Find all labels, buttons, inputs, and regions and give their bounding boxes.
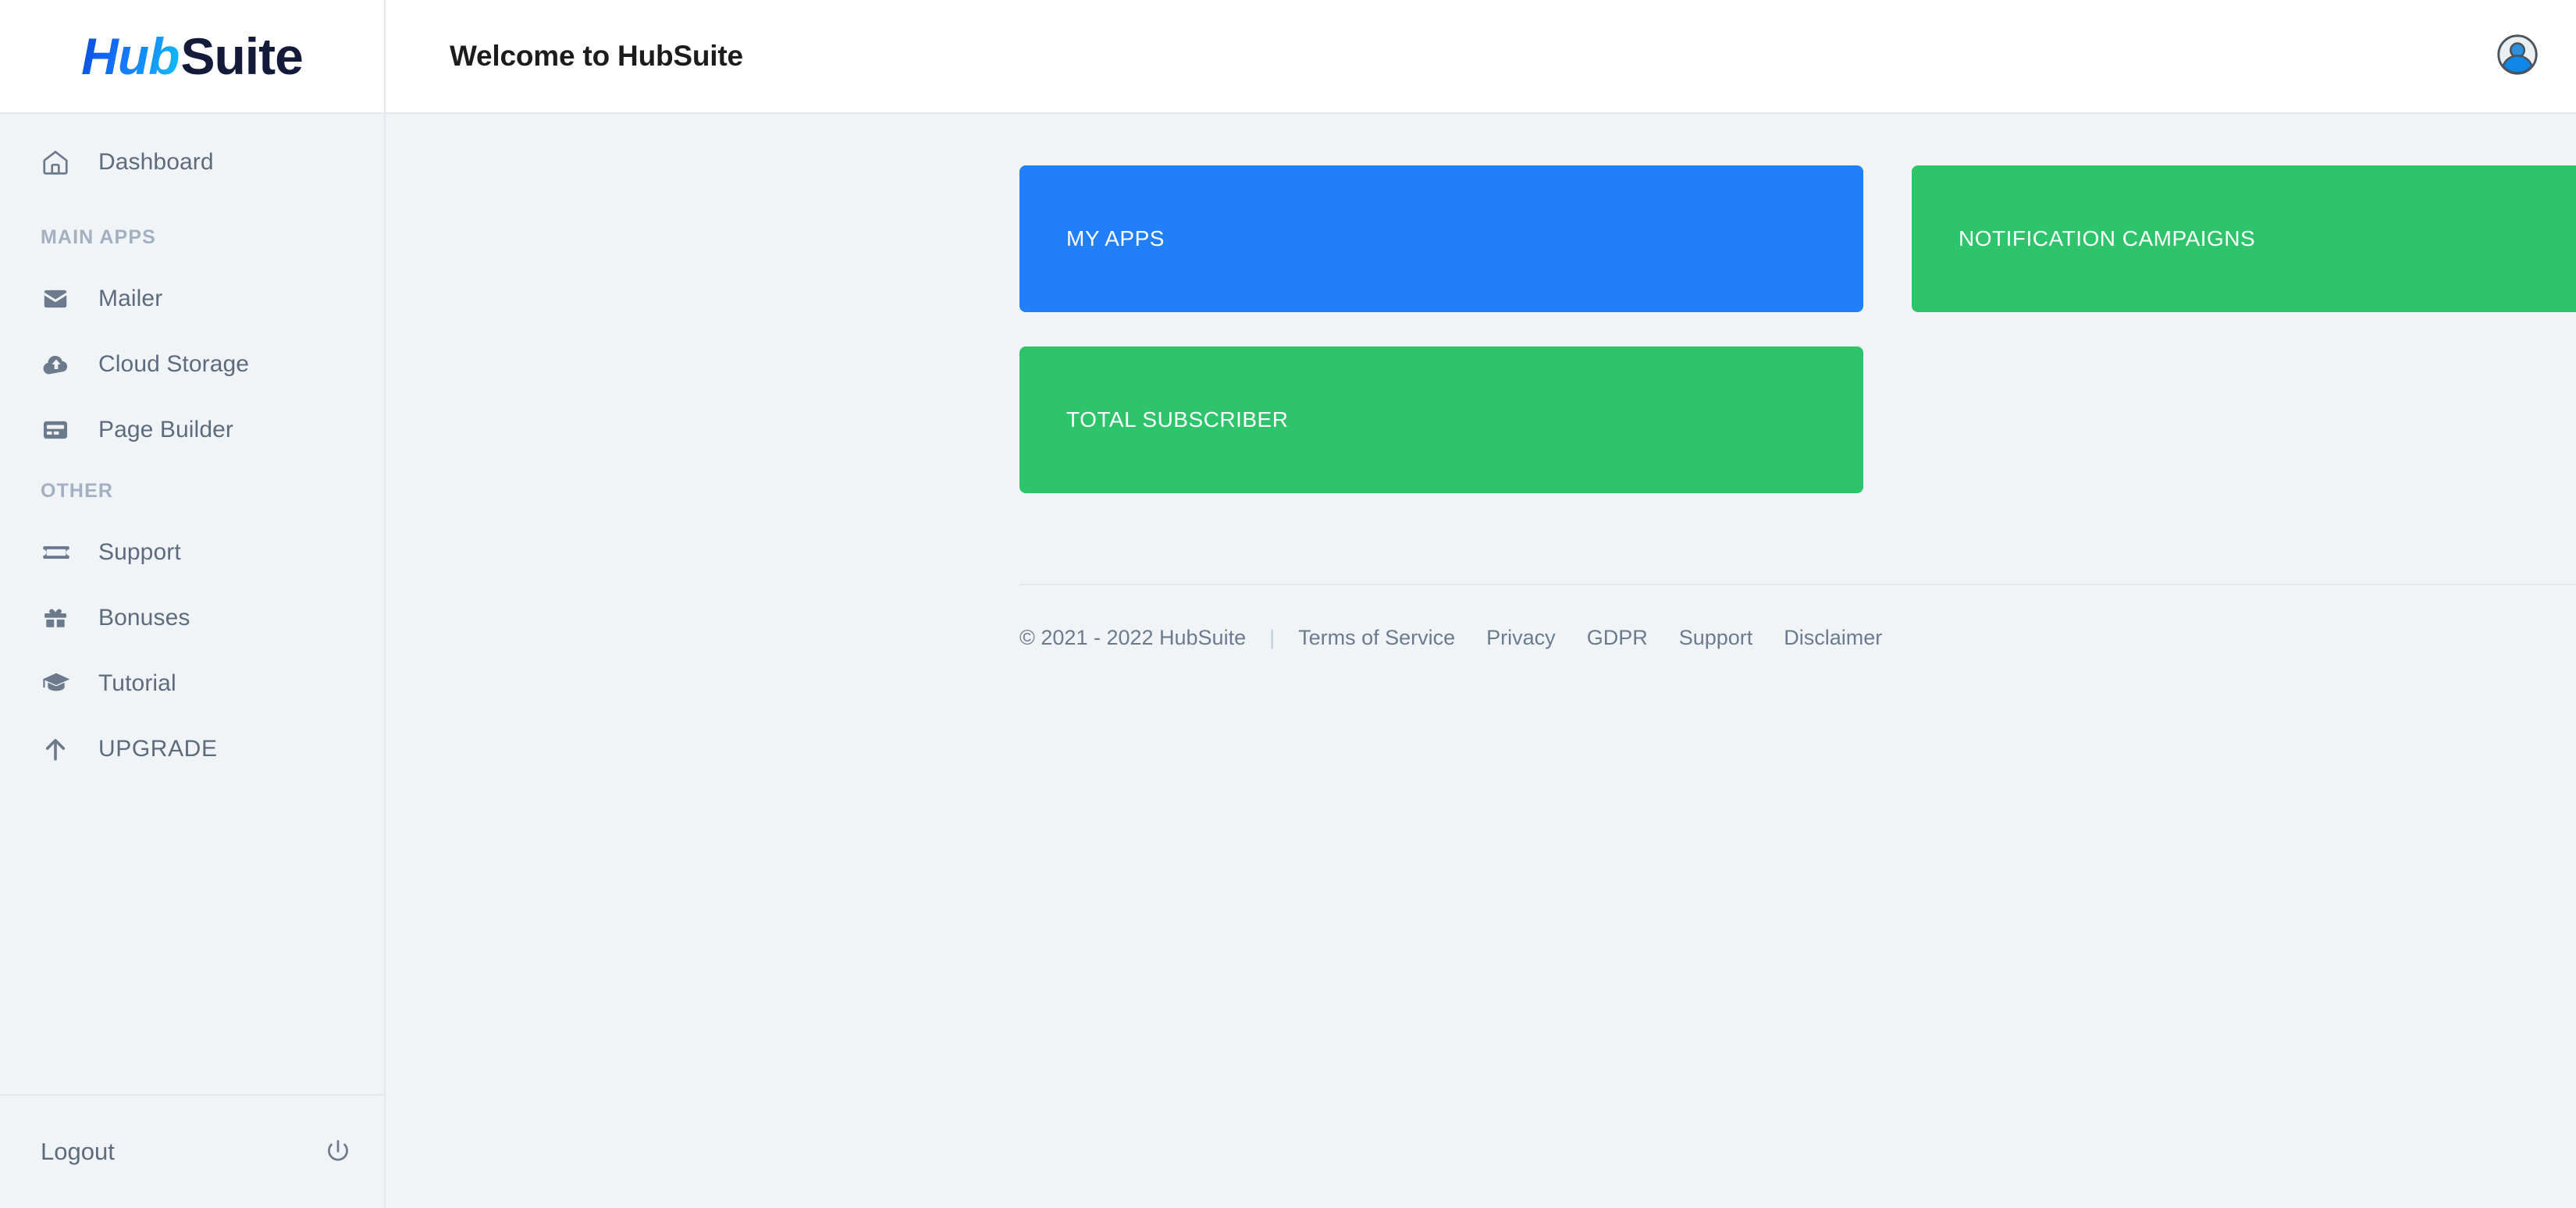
card-notification-campaigns[interactable]: NOTIFICATION CAMPAIGNS (1912, 165, 2576, 312)
footer-copyright: © 2021 - 2022 HubSuite (1019, 626, 1247, 649)
sidebar-item-cloud-storage[interactable]: Cloud Storage (0, 332, 384, 397)
card-slot-empty (1912, 346, 2576, 493)
graduation-cap-icon (41, 668, 83, 699)
sidebar-item-dashboard[interactable]: Dashboard (0, 130, 384, 195)
envelope-icon (41, 284, 83, 314)
sidebar-item-label: Tutorial (98, 670, 176, 696)
sidebar-item-tutorial[interactable]: Tutorial (0, 651, 384, 716)
sidebar-item-mailer[interactable]: Mailer (0, 266, 384, 332)
footer: © 2021 - 2022 HubSuite | Terms of Servic… (1019, 584, 2576, 650)
logout-button[interactable]: Logout (0, 1094, 384, 1208)
card-title: TOTAL SUBSCRIBER (1066, 407, 1289, 432)
footer-link-support[interactable]: Support (1679, 626, 1753, 650)
sidebar-item-label: Bonuses (98, 605, 190, 631)
footer-link-disclaimer[interactable]: Disclaimer (1784, 626, 1882, 650)
footer-links: © 2021 - 2022 HubSuite | Terms of Servic… (1019, 585, 2576, 650)
brand-logo[interactable]: HubSuite (0, 0, 384, 114)
sidebar-item-support[interactable]: Support (0, 520, 384, 585)
home-icon (41, 147, 83, 177)
sidebar-item-label: UPGRADE (98, 736, 218, 762)
sidebar-nav: Dashboard MAIN APPS Mailer Cloud Storage… (0, 114, 384, 1094)
cards-row-2: TOTAL SUBSCRIBER (1019, 346, 2576, 493)
sidebar-item-page-builder[interactable]: Page Builder (0, 397, 384, 463)
app-root: HubSuite Dashboard MAIN APPS Mailer Clou… (0, 0, 2576, 1208)
arrow-up-icon (41, 734, 83, 764)
sidebar-item-label: Cloud Storage (98, 351, 250, 377)
page-title: Welcome to HubSuite (450, 40, 743, 72)
footer-link-gdpr[interactable]: GDPR (1587, 626, 1648, 650)
card-title: MY APPS (1066, 226, 1165, 250)
gift-icon (41, 603, 83, 633)
sidebar-item-label: Mailer (98, 286, 163, 311)
logo-text: HubSuite (81, 27, 304, 85)
footer-link-terms-of-service[interactable]: Terms of Service (1298, 626, 1455, 650)
footer-link-privacy[interactable]: Privacy (1486, 626, 1556, 650)
sidebar-section-other: OTHER (41, 480, 113, 502)
cards-row-1: MY APPS NOTIFICATION CAMPAIGNS (1019, 165, 2576, 312)
cards-grid: MY APPS NOTIFICATION CAMPAIGNS TOTAL SUB… (1019, 165, 2576, 493)
cloud-upload-icon (41, 349, 83, 380)
page-builder-icon (41, 415, 83, 445)
topbar: Welcome to HubSuite (386, 0, 2576, 114)
sidebar-item-bonuses[interactable]: Bonuses (0, 585, 384, 651)
dashboard-content: MY APPS NOTIFICATION CAMPAIGNS TOTAL SUB… (386, 114, 2576, 1208)
card-total-subscriber[interactable]: TOTAL SUBSCRIBER (1019, 346, 1863, 493)
sidebar: HubSuite Dashboard MAIN APPS Mailer Clou… (0, 0, 386, 1208)
card-title: NOTIFICATION CAMPAIGNS (1959, 226, 2256, 250)
topbar-actions (2496, 34, 2539, 80)
sidebar-item-label: Dashboard (98, 149, 214, 175)
user-avatar-icon[interactable] (2496, 34, 2539, 80)
logo-suite-text: Suite (180, 27, 303, 85)
sidebar-section-main-apps: MAIN APPS (41, 226, 156, 248)
ticket-icon (41, 537, 83, 568)
logo-hub-text: Hub (81, 27, 180, 85)
card-my-apps[interactable]: MY APPS (1019, 165, 1863, 312)
footer-separator: | (1269, 626, 1276, 649)
sidebar-item-label: Page Builder (98, 417, 233, 442)
power-icon[interactable] (323, 1137, 353, 1167)
sidebar-item-label: Support (98, 539, 181, 565)
logout-label: Logout (41, 1138, 115, 1165)
sidebar-item-upgrade[interactable]: UPGRADE (0, 716, 384, 782)
main-area: Welcome to HubSuite MY APPS NOTIFICATION… (386, 0, 2576, 1208)
